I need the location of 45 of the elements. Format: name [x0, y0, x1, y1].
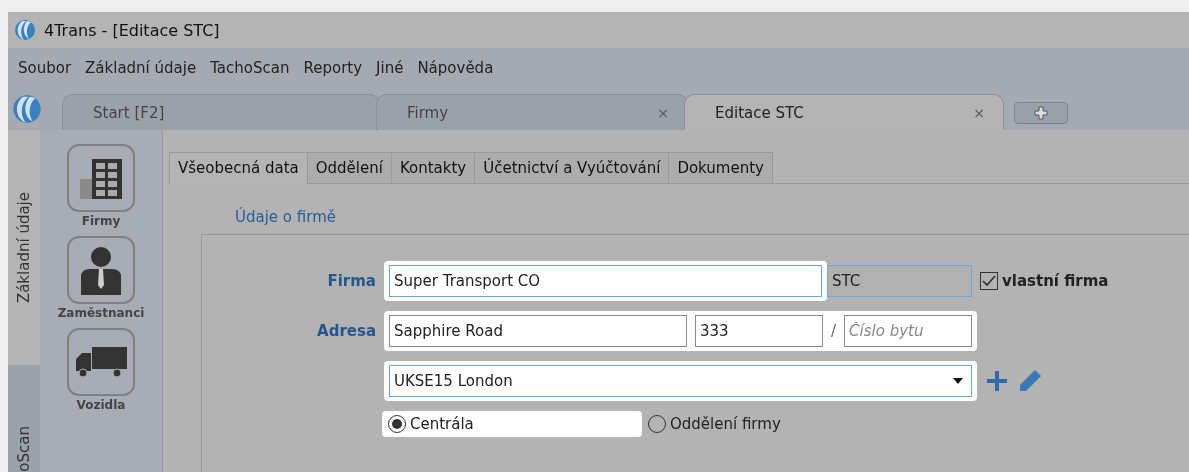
checkbox[interactable]	[980, 272, 998, 290]
menu-item[interactable]: Nápověda	[417, 59, 494, 77]
side-tab[interactable]: Základní údaje	[8, 130, 40, 365]
menu-item[interactable]: Základní údaje	[85, 59, 197, 77]
number-field[interactable]: 333	[695, 315, 823, 347]
menu-item[interactable]: Soubor	[18, 59, 72, 77]
menu-item[interactable]: Reporty	[303, 59, 363, 77]
nav-button[interactable]	[67, 236, 135, 304]
app-logo-icon	[12, 92, 42, 126]
nav-label: Vozidla	[76, 398, 126, 412]
apartment-field[interactable]: Číslo bytu	[844, 315, 973, 347]
nav-button[interactable]	[67, 144, 135, 212]
truck-icon	[74, 345, 128, 379]
section-title: Údaje o firmě	[235, 208, 337, 226]
tab[interactable]: Všeobecná data	[169, 152, 308, 184]
checkbox-label: vlastní firma	[1002, 272, 1109, 290]
field-label: Adresa	[316, 322, 377, 340]
document-tab[interactable]: Editace STC ×	[684, 94, 1004, 130]
menu-item[interactable]: Jiné	[376, 59, 404, 77]
tab[interactable]: Dokumenty	[668, 152, 773, 183]
check-icon	[982, 275, 996, 287]
tab[interactable]: Účetnictví a Vyúčtování	[474, 152, 670, 183]
menu-item[interactable]: TachoScan	[210, 59, 290, 77]
nav-label: Zaměstnanci	[57, 306, 145, 320]
short-name-field[interactable]: STC	[827, 265, 972, 297]
tab[interactable]: Kontakty	[390, 152, 476, 183]
close-icon[interactable]: ×	[973, 104, 985, 121]
city-dropdown[interactable]: UKSE15 London	[389, 365, 972, 397]
company-name-field[interactable]: Super Transport CO	[389, 265, 822, 297]
radio-option[interactable]: Oddělení firmy	[642, 411, 842, 437]
separator: /	[831, 322, 837, 340]
plus-icon[interactable]	[987, 371, 1007, 391]
field-label: Firma	[326, 272, 377, 290]
window-title: 4Trans - [Editace STC]	[44, 20, 220, 40]
person-icon	[78, 245, 124, 295]
caret-icon	[953, 378, 963, 384]
new-tab-button[interactable]	[1014, 102, 1068, 124]
nav-button[interactable]	[67, 328, 135, 396]
radio-option[interactable]: Centrála	[382, 411, 642, 437]
tab[interactable]: Oddělení	[306, 152, 392, 183]
street-field[interactable]: Sapphire Road	[389, 315, 687, 347]
nav-label: Firmy	[81, 214, 121, 228]
plus-icon	[1034, 106, 1048, 120]
app-logo-icon	[14, 19, 36, 41]
side-tab[interactable]: oScan	[8, 365, 40, 472]
